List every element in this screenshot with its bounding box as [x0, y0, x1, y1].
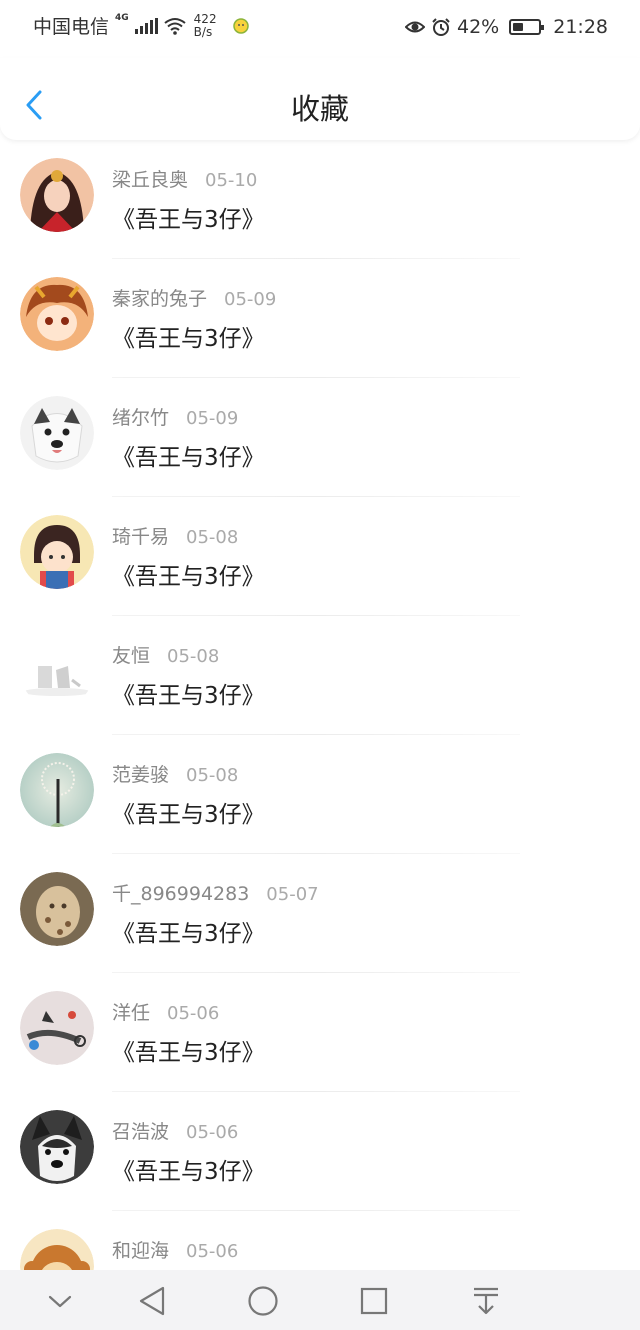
date: 05-09 [186, 408, 239, 429]
avatar[interactable] [20, 1229, 94, 1270]
avatar-image-icon [20, 515, 94, 589]
network-type: 4G [115, 12, 129, 23]
list-item[interactable]: 绪尔竹 05-09 《吾王与3仔》 [0, 378, 640, 497]
avatar-image-icon [20, 1229, 94, 1270]
app-header: 收藏 [0, 58, 640, 140]
username[interactable]: 梁丘良奥 [112, 165, 188, 192]
avatar[interactable] [20, 753, 94, 827]
date: 05-06 [167, 1003, 220, 1024]
avatar-image-icon [20, 753, 94, 827]
date: 05-08 [186, 527, 239, 548]
status-bar: 中国电信 4G 422 B/s 42% 21:28 [0, 0, 640, 58]
item-meta: 洋任 05-06 [112, 998, 219, 1025]
list-item[interactable]: 梁丘良奥 05-10 《吾王与3仔》 [0, 140, 640, 259]
list-item[interactable]: 千_896994283 05-07 《吾王与3仔》 [0, 854, 640, 973]
avatar[interactable] [20, 396, 94, 470]
wifi-icon [164, 17, 186, 35]
hide-nav-button[interactable] [43, 1284, 77, 1318]
list-item[interactable]: 范姜骏 05-08 《吾王与3仔》 [0, 735, 640, 854]
date: 05-07 [266, 884, 319, 905]
item-title[interactable]: 《吾王与3仔》 [112, 319, 265, 353]
username[interactable]: 召浩波 [112, 1117, 169, 1144]
home-circle-icon [248, 1286, 278, 1316]
username[interactable]: 绪尔竹 [112, 403, 169, 430]
avatar-image-icon [20, 872, 94, 946]
network-speed: 422 B/s [193, 11, 217, 39]
avatar-image-icon [20, 1110, 94, 1184]
date: 05-06 [186, 1241, 239, 1262]
avatar-image-icon [20, 634, 94, 708]
item-meta: 秦家的兔子 05-09 [112, 284, 276, 311]
list-item[interactable]: 友恒 05-08 《吾王与3仔》 [0, 616, 640, 735]
system-nav-bar [0, 1270, 640, 1330]
date: 05-08 [167, 646, 220, 667]
username[interactable]: 琦千易 [112, 522, 169, 549]
item-meta: 绪尔竹 05-09 [112, 403, 238, 430]
avatar[interactable] [20, 515, 94, 589]
item-meta: 梁丘良奥 05-10 [112, 165, 257, 192]
item-title[interactable]: 《吾王与3仔》 [112, 914, 265, 948]
list-item[interactable]: 琦千易 05-08 《吾王与3仔》 [0, 497, 640, 616]
list-item[interactable]: 洋任 05-06 《吾王与3仔》 [0, 973, 640, 1092]
chevron-down-icon [48, 1295, 72, 1308]
list-item[interactable]: 和迎海05-06《吾王与3仔》 [0, 1211, 640, 1270]
item-title[interactable]: 《吾王与3仔》 [112, 1152, 265, 1186]
item-meta: 召浩波 05-06 [112, 1117, 238, 1144]
avatar-image-icon [20, 396, 94, 470]
avatar[interactable] [20, 158, 94, 232]
username[interactable]: 千_896994283 [112, 879, 249, 906]
nav-back-button[interactable] [136, 1284, 170, 1318]
battery-icon [509, 19, 545, 35]
date: 05-09 [224, 289, 277, 310]
item-meta: 千_896994283 05-07 [112, 879, 319, 906]
item-title[interactable]: 《吾王与3仔》 [112, 200, 265, 234]
date: 05-06 [186, 1122, 239, 1143]
username[interactable]: 洋任 [112, 998, 150, 1025]
nav-home-button[interactable] [246, 1284, 280, 1318]
avatar[interactable] [20, 872, 94, 946]
carrier-name: 中国电信 [33, 16, 110, 38]
favorites-list[interactable]: 梁丘良奥 05-10 《吾王与3仔》 秦家的兔子 05-09 《吾王与3仔》 绪尔竹 05-0… [0, 140, 640, 1270]
item-meta: 友恒 05-08 [112, 641, 219, 668]
item-title[interactable]: 《吾王与3仔》 [112, 557, 265, 591]
avatar[interactable] [20, 277, 94, 351]
username[interactable]: 范姜骏 [112, 760, 169, 787]
nav-recents-button[interactable] [357, 1284, 391, 1318]
speed-value: 422 [193, 11, 217, 26]
avatar-image-icon [20, 158, 94, 232]
username[interactable]: 和迎海 [112, 1236, 169, 1263]
date: 05-08 [186, 765, 239, 786]
eye-comfort-icon [405, 21, 425, 33]
avatar-image-icon [20, 991, 94, 1065]
notification-pull-button[interactable] [469, 1284, 503, 1318]
avatar[interactable] [20, 991, 94, 1065]
avatar-image-icon [20, 277, 94, 351]
item-meta: 范姜骏 05-08 [112, 760, 238, 787]
clock: 21:28 [553, 16, 608, 38]
battery-percent: 42% [457, 16, 500, 38]
alarm-icon [432, 18, 450, 36]
battery-fill [513, 23, 524, 31]
list-item[interactable]: 秦家的兔子 05-09 《吾王与3仔》 [0, 259, 640, 378]
date: 05-10 [205, 170, 258, 191]
item-title[interactable]: 《吾王与3仔》 [112, 1033, 265, 1067]
list-item[interactable]: 召浩波 05-06 《吾王与3仔》 [0, 1092, 640, 1211]
item-title[interactable]: 《吾王与3仔》 [112, 795, 265, 829]
avatar[interactable] [20, 634, 94, 708]
avatar[interactable] [20, 1110, 94, 1184]
notification-pull-icon [474, 1287, 498, 1315]
username[interactable]: 秦家的兔子 [112, 284, 207, 311]
item-meta: 琦千易 05-08 [112, 522, 238, 549]
item-title[interactable]: 《吾王与3仔》 [112, 676, 265, 710]
back-triangle-icon [139, 1286, 165, 1316]
item-meta: 和迎海 05-06 [112, 1236, 238, 1263]
page-title: 收藏 [290, 92, 349, 126]
item-title[interactable]: 《吾王与3仔》 [112, 438, 265, 472]
username[interactable]: 友恒 [112, 641, 150, 668]
speed-unit: B/s [193, 24, 213, 39]
signal-icon [134, 17, 158, 34]
recents-square-icon [360, 1287, 388, 1315]
app-notification-icon [232, 17, 249, 34]
